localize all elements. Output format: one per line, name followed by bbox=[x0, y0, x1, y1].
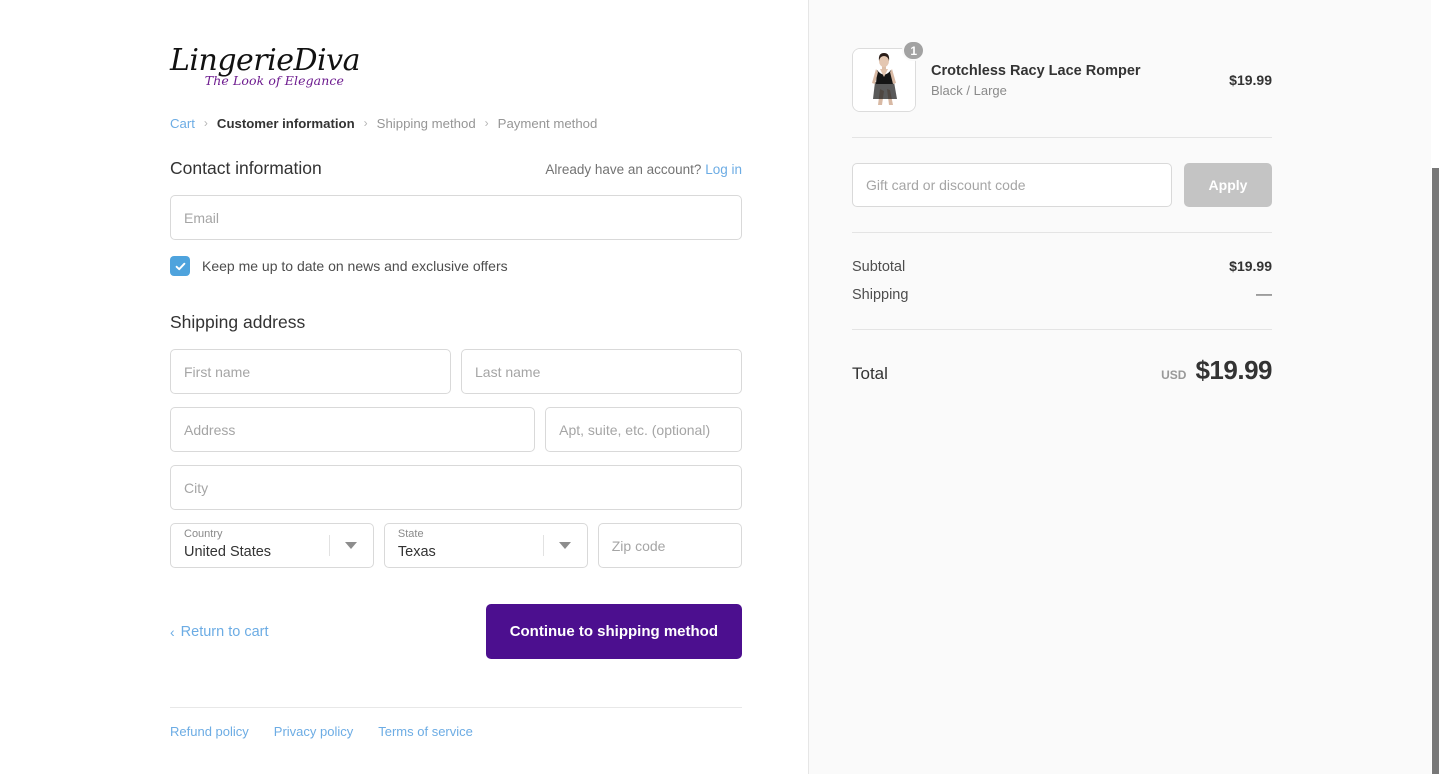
total-amount-group: USD $19.99 bbox=[1161, 355, 1272, 386]
checkout-main-column: LingerieDiva The Look of Elegance Cart ›… bbox=[0, 0, 808, 774]
total-label: Total bbox=[852, 364, 888, 383]
store-logo-wordmark: LingerieDiva bbox=[170, 43, 360, 78]
total-amount: $19.99 bbox=[1195, 355, 1272, 385]
discount-row: Apply bbox=[852, 163, 1272, 207]
order-line-item: 1 Crotchless Racy Lace Romper Black / La… bbox=[852, 40, 1272, 112]
breadcrumb-item-payment-method: Payment method bbox=[497, 115, 598, 131]
chevron-down-icon[interactable] bbox=[328, 524, 373, 567]
page-scrollbar-track[interactable] bbox=[1431, 0, 1440, 774]
page-scrollbar-thumb[interactable] bbox=[1432, 168, 1439, 774]
continue-to-shipping-button[interactable]: Continue to shipping method bbox=[485, 604, 742, 659]
first-name-input[interactable] bbox=[170, 349, 451, 394]
apply-discount-button[interactable]: Apply bbox=[1184, 163, 1272, 207]
quantity-badge: 1 bbox=[902, 40, 925, 61]
shipping-label: Shipping bbox=[852, 287, 909, 303]
order-summary-sidebar: 1 Crotchless Racy Lace Romper Black / La… bbox=[808, 0, 1440, 774]
product-thumbnail-wrap: 1 bbox=[852, 40, 925, 112]
state-select[interactable]: State Texas bbox=[383, 523, 588, 568]
name-row bbox=[170, 349, 742, 394]
grand-total-row: Total USD $19.99 bbox=[852, 355, 1272, 386]
zip-code-input[interactable] bbox=[597, 523, 742, 568]
product-details: Crotchless Racy Lace Romper Black / Larg… bbox=[931, 62, 1229, 99]
subtotal-row: Subtotal $19.99 bbox=[852, 258, 1272, 275]
privacy-policy-link[interactable]: Privacy policy bbox=[274, 724, 353, 739]
state-select-value: Texas bbox=[397, 544, 436, 560]
country-select[interactable]: Country United States bbox=[170, 523, 374, 568]
city-input[interactable] bbox=[170, 465, 742, 510]
account-prompt: Already have an account? Log in bbox=[545, 162, 742, 177]
breadcrumb-separator-icon: › bbox=[363, 116, 368, 130]
shipping-value: — bbox=[1256, 286, 1272, 303]
discount-code-input[interactable] bbox=[852, 163, 1172, 207]
footer-links: Refund policy Privacy policy Terms of se… bbox=[170, 708, 742, 739]
form-actions: ‹ Return to cart Continue to shipping me… bbox=[170, 604, 742, 659]
shipping-row: Shipping — bbox=[852, 286, 1272, 304]
store-logo-tagline: The Look of Elegance bbox=[204, 73, 344, 88]
country-select-label: Country bbox=[184, 528, 223, 540]
city-row bbox=[170, 465, 742, 510]
state-select-label: State bbox=[397, 528, 424, 540]
contact-information-title: Contact information bbox=[170, 158, 322, 178]
country-select-value: United States bbox=[184, 544, 272, 560]
breadcrumb-item-customer-information: Customer information bbox=[216, 115, 355, 131]
log-in-link[interactable]: Log in bbox=[705, 162, 742, 177]
address-row bbox=[170, 407, 742, 452]
address-input[interactable] bbox=[170, 407, 536, 452]
apartment-input[interactable] bbox=[545, 407, 742, 452]
subtotal-label: Subtotal bbox=[852, 259, 906, 275]
return-to-cart-link[interactable]: ‹ Return to cart bbox=[170, 624, 269, 640]
product-price: $19.99 bbox=[1229, 72, 1272, 88]
last-name-input[interactable] bbox=[461, 349, 742, 394]
shipping-address-title: Shipping address bbox=[170, 312, 306, 332]
summary-divider-bottom bbox=[852, 329, 1272, 330]
email-input[interactable] bbox=[170, 195, 742, 240]
newsletter-optin-row[interactable]: Keep me up to date on news and exclusive… bbox=[170, 256, 742, 276]
contact-information-header: Contact information Already have an acco… bbox=[170, 158, 742, 179]
checkout-page: LingerieDiva The Look of Elegance Cart ›… bbox=[0, 0, 1440, 774]
breadcrumb-separator-icon: › bbox=[484, 116, 489, 130]
product-variant: Black / Large bbox=[931, 83, 1007, 99]
breadcrumb-item-shipping-method: Shipping method bbox=[376, 115, 476, 131]
total-currency: USD bbox=[1161, 368, 1187, 382]
chevron-down-icon[interactable] bbox=[542, 524, 587, 567]
store-logo[interactable]: LingerieDiva The Look of Elegance bbox=[170, 46, 742, 92]
subtotal-value: $19.99 bbox=[1229, 258, 1272, 274]
chevron-left-icon: ‹ bbox=[170, 623, 175, 640]
summary-divider-middle bbox=[852, 232, 1272, 233]
account-prompt-text: Already have an account? bbox=[545, 162, 702, 177]
return-to-cart-label: Return to cart bbox=[180, 623, 269, 640]
refund-policy-link[interactable]: Refund policy bbox=[170, 724, 249, 739]
summary-divider-top bbox=[852, 137, 1272, 138]
breadcrumb-separator-icon: › bbox=[203, 116, 208, 130]
terms-of-service-link[interactable]: Terms of service bbox=[378, 724, 473, 739]
newsletter-checkbox[interactable] bbox=[170, 256, 190, 276]
product-title: Crotchless Racy Lace Romper bbox=[931, 62, 1141, 79]
newsletter-checkbox-label: Keep me up to date on news and exclusive… bbox=[202, 258, 508, 274]
country-state-zip-row: Country United States State Texas bbox=[170, 523, 742, 568]
breadcrumb-item-cart[interactable]: Cart bbox=[170, 116, 195, 131]
breadcrumb: Cart › Customer information › Shipping m… bbox=[170, 114, 742, 132]
